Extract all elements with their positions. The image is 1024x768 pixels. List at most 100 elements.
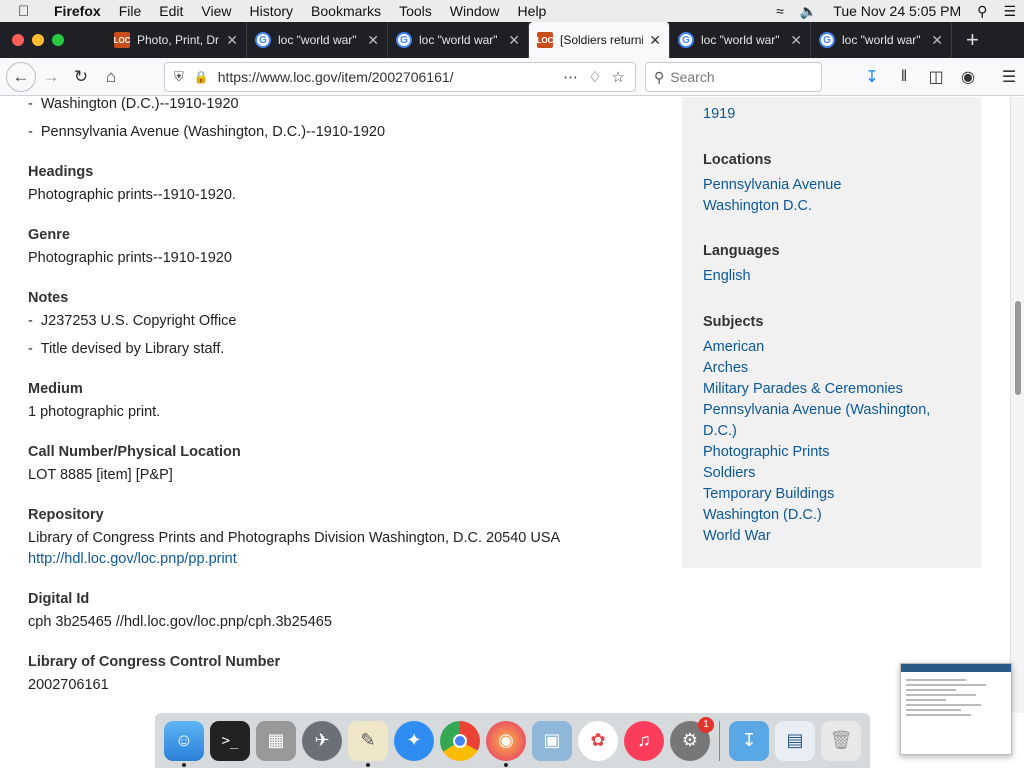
url-bar[interactable]: ⛨ 🔒 https://www.loc.gov/item/2002706161/… [164,62,636,92]
screenshot-thumbnail[interactable] [900,663,1012,755]
languages-label: Languages [703,243,780,259]
forward-arrow-icon[interactable]: → [36,62,66,92]
loc-favicon-icon: LOC [114,32,130,48]
tab-1[interactable]: LOC Photo, Print, Dr ✕ [106,22,247,58]
subject-link[interactable]: Military Parades & Ceremonies [703,379,943,400]
tab-close-icon[interactable]: ✕ [931,32,943,49]
subject-link[interactable]: Pennsylvania Avenue (Washington, D.C.) [703,400,935,442]
lccn-label: Library of Congress Control Number [28,654,281,670]
tracking-shield-icon[interactable]: ⛨ [174,69,184,85]
menu-history[interactable]: History [240,3,302,19]
download-icon[interactable]: ↧ [856,62,888,92]
google-favicon-icon: G [396,32,412,48]
tab-5[interactable]: G loc "world war" ✕ [670,22,811,58]
google-favicon-icon: G [678,32,694,48]
new-tab-icon[interactable]: + [966,27,979,53]
reload-icon[interactable]: ↻ [66,62,96,92]
tab-close-icon[interactable]: ✕ [367,32,379,49]
screenshot-file-icon[interactable]: ▤ [775,720,815,761]
subject-link[interactable]: Soldiers [703,463,943,484]
menu-window[interactable]: Window [441,3,509,19]
minimize-window-button[interactable] [32,34,44,46]
finder-icon[interactable]: ☺ [164,720,204,767]
tab-close-icon[interactable]: ✕ [790,32,802,49]
menu-bookmarks[interactable]: Bookmarks [302,3,390,19]
call-number-value: LOT 8885 [item] [P&P] [28,467,173,483]
firefox-icon[interactable]: ◉ [486,720,526,767]
chrome-icon[interactable] [440,720,480,761]
menubar-clock[interactable]: Tue Nov 24 5:05 PM [825,3,969,19]
photos-icon[interactable]: ✿ [578,720,618,761]
spotlight-search-icon[interactable]: ⚲ [969,3,995,20]
subject-link[interactable]: World War [703,526,943,547]
home-icon[interactable]: ⌂ [96,62,126,92]
hamburger-menu-icon[interactable]: ☰ [993,62,1024,92]
notes-item: - J237253 U.S. Copyright Office [28,313,237,329]
menu-file[interactable]: File [110,3,151,19]
subject-link[interactable]: Arches [703,358,943,379]
location-link[interactable]: Washington D.C. [703,196,943,217]
trash-icon[interactable]: 🗑 [821,720,861,761]
search-input[interactable]: ⚲ Search [645,62,822,92]
window-controls [12,34,106,46]
wifi-icon[interactable]: ≈ [768,3,792,19]
system-preferences-icon[interactable]: ⚙ 1 [670,716,714,761]
subject-link[interactable]: Temporary Buildings [703,484,943,505]
toolbar-icons: ↧ ‖ ◫ ◉ ☰ [856,62,1024,92]
downloads-folder-icon[interactable]: ↧ [729,720,769,761]
safari-icon[interactable]: ✦ [394,720,434,761]
pocket-icon[interactable]: ♢ [588,68,601,86]
menu-view[interactable]: View [192,3,240,19]
url-text[interactable]: https://www.loc.gov/item/2002706161/ [218,69,563,85]
tab-4-active[interactable]: LOC [Soldiers returni ✕ [529,22,670,58]
library-icon[interactable]: ‖ [888,62,920,92]
menu-firefox[interactable]: Firefox [42,3,110,19]
menu-edit[interactable]: Edit [150,3,192,19]
bookmark-star-icon[interactable]: ☆ [612,68,625,86]
scrollbar-thumb[interactable] [1015,301,1021,395]
tab-title: loc "world war" [419,33,498,47]
textedit-icon[interactable]: ✎ [348,720,388,767]
back-arrow-icon[interactable]: ← [6,61,36,92]
digital-id-value: cph 3b25465 //hdl.loc.gov/loc.pnp/cph.3b… [28,614,332,630]
apple-menu-icon[interactable]:  [18,3,42,20]
tab-2[interactable]: G loc "world war" ✕ [247,22,388,58]
terminal-icon[interactable]: >_ [210,720,250,761]
macos-dock: ☺ >_ ▦ ✈ ✎ ✦ ◉ ▣ ✿ ♫ ⚙ 1 ↧ ▤ 🗑 [155,713,870,768]
call-number-label: Call Number/Physical Location [28,444,241,460]
thumbnail-preview [901,672,1011,723]
subject-link[interactable]: Photographic Prints [703,442,943,463]
language-link[interactable]: English [703,266,943,287]
tab-close-icon[interactable]: ✕ [508,32,520,49]
page-actions-icon[interactable]: ⋯ [563,68,578,86]
launchpad-icon[interactable]: ✈ [302,720,342,761]
calculator-icon[interactable]: ▦ [256,720,296,761]
lock-icon[interactable]: 🔒 [194,70,209,84]
menu-tools[interactable]: Tools [390,3,441,19]
loc-favicon-icon: LOC [537,32,553,48]
menu-help[interactable]: Help [509,3,556,19]
zoom-window-button[interactable] [52,34,64,46]
repository-link[interactable]: http://hdl.loc.gov/loc.pnp/pp.print [28,549,237,570]
tab-close-icon[interactable]: ✕ [226,32,238,49]
page-scrollbar[interactable] [1010,97,1024,713]
tab-3[interactable]: G loc "world war" ✕ [388,22,529,58]
subject-link[interactable]: American [703,337,943,358]
volume-icon[interactable]: 🔈 [792,3,825,20]
preview-icon[interactable]: ▣ [532,720,572,761]
control-center-icon[interactable]: ☰ [995,3,1024,20]
close-window-button[interactable] [12,34,24,46]
repository-label: Repository [28,507,104,523]
music-icon[interactable]: ♫ [624,720,664,761]
navigation-toolbar: ← → ↻ ⌂ ⛨ 🔒 https://www.loc.gov/item/200… [0,58,1024,96]
tab-title: loc "world war" [278,33,357,47]
subject-link[interactable]: Washington (D.C.) [703,505,943,526]
location-link[interactable]: Pennsylvania Avenue [703,175,943,196]
date-link[interactable]: 1919 [703,104,943,125]
tab-6[interactable]: G loc "world war" ✕ [811,22,952,58]
sidebar-toggle-icon[interactable]: ◫ [920,62,952,92]
macos-menu-bar:  Firefox File Edit View History Bookmar… [0,0,1024,22]
tab-close-icon[interactable]: ✕ [649,32,661,49]
subject-bullet: - Pennsylvania Avenue (Washington, D.C.)… [28,124,386,140]
account-icon[interactable]: ◉ [952,62,984,92]
